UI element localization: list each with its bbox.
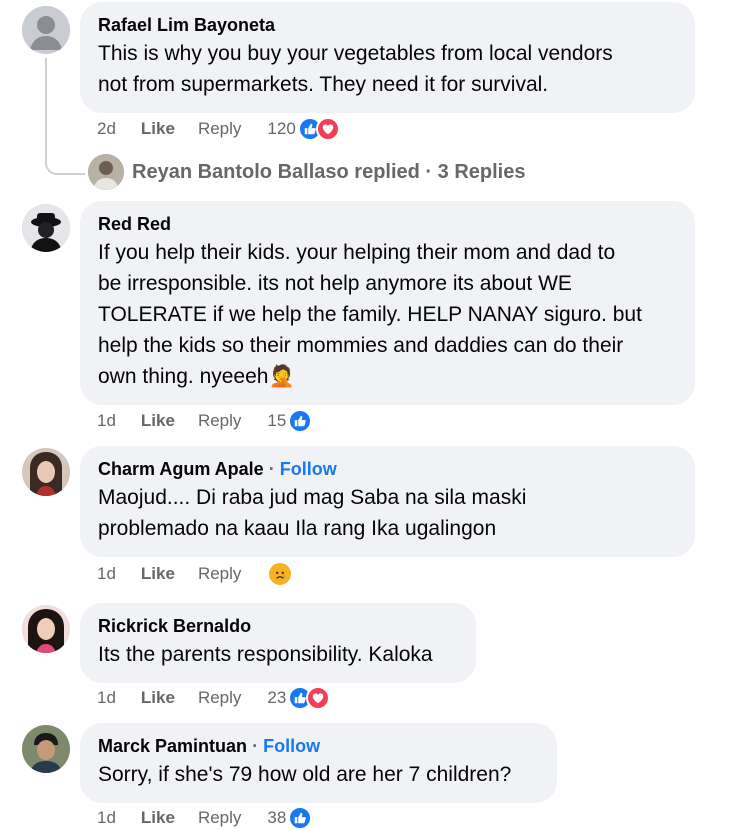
comment-bubble: Marck Pamintuan · Follow Sorry, if she's… [80, 723, 557, 803]
comment-author[interactable]: Rickrick Bernaldo [98, 615, 458, 637]
comment-bubble: Rafael Lim Bayoneta This is why you buy … [80, 2, 695, 113]
reply-count: 3 Replies [437, 160, 526, 183]
comment-text: This is why you buy your vegetables from… [98, 42, 613, 96]
comment-actions: 2d Like Reply 120 [97, 117, 340, 141]
reaction-count: 38 [267, 808, 287, 827]
comment-time[interactable]: 1d [97, 564, 116, 584]
reaction-count: 15 [267, 411, 287, 430]
comment-author[interactable]: Rafael Lim Bayoneta [98, 14, 677, 36]
love-icon [315, 117, 340, 141]
avatar[interactable] [22, 448, 70, 496]
replier-name: Reyan Bantolo Ballaso [132, 160, 349, 183]
avatar[interactable] [22, 725, 70, 773]
like-button[interactable]: Like [141, 564, 175, 584]
thread-connector [45, 58, 85, 175]
comment-time[interactable]: 1d [97, 411, 116, 431]
comment-time[interactable]: 1d [97, 808, 116, 828]
separator-dot: · [268, 459, 275, 479]
avatar [88, 154, 124, 190]
like-button[interactable]: Like [141, 808, 175, 828]
reaction-summary[interactable]: 120 [267, 117, 340, 141]
follow-button[interactable]: Follow [280, 459, 337, 479]
comment-time[interactable]: 1d [97, 688, 116, 708]
comment-bubble: Rickrick Bernaldo Its the parents respon… [80, 603, 476, 683]
reaction-summary[interactable]: 23 [267, 686, 331, 710]
follow-button[interactable]: Follow [263, 736, 320, 756]
replied-label: replied [354, 160, 420, 183]
reaction-summary[interactable]: 38 [267, 806, 313, 830]
reply-button[interactable]: Reply [198, 411, 241, 431]
reaction-count: 23 [267, 688, 287, 707]
reply-button[interactable]: Reply [198, 688, 241, 708]
avatar[interactable] [22, 204, 70, 252]
reaction-summary[interactable]: 15 [267, 409, 313, 433]
love-icon [306, 686, 331, 710]
separator-dot: · [252, 736, 259, 756]
comment-bubble: Charm Agum Apale · Follow Maojud.... Di … [80, 446, 695, 557]
reply-button[interactable]: Reply [198, 808, 241, 828]
comment-author: Marck Pamintuan · Follow [98, 736, 321, 756]
default-user-icon [22, 6, 70, 54]
like-button[interactable]: Like [141, 119, 175, 139]
comment-text: Sorry, if she's 79 how old are her 7 chi… [98, 763, 512, 786]
like-icon [288, 409, 313, 433]
comment-actions: 1d Like Reply [97, 561, 294, 587]
comment-text: If you help their kids. your helping the… [98, 241, 642, 388]
comment-author: Charm Agum Apale · Follow [98, 459, 337, 479]
comment-text: Maojud.... Di raba jud mag Saba na sila … [98, 486, 527, 540]
like-button[interactable]: Like [141, 411, 175, 431]
separator-dot: · [425, 160, 433, 183]
sad-icon [267, 561, 294, 587]
reply-button[interactable]: Reply [198, 119, 241, 139]
like-icon [288, 806, 313, 830]
view-replies-link[interactable]: Reyan Bantolo Ballaso replied · 3 Replie… [88, 154, 525, 190]
avatar[interactable] [22, 605, 70, 653]
reply-button[interactable]: Reply [198, 564, 241, 584]
comment-actions: 1d Like Reply 23 [97, 686, 331, 710]
comment-author[interactable]: Red Red [98, 213, 677, 235]
reaction-count: 120 [267, 119, 296, 138]
comment-actions: 1d Like Reply 38 [97, 806, 313, 830]
comment-bubble: Red Red If you help their kids. your hel… [80, 201, 695, 405]
comment-actions: 1d Like Reply 15 [97, 409, 313, 433]
comment-time[interactable]: 2d [97, 119, 116, 139]
comment-text: Its the parents responsibility. Kaloka [98, 643, 433, 666]
avatar[interactable] [22, 6, 70, 54]
like-button[interactable]: Like [141, 688, 175, 708]
reaction-summary[interactable] [267, 561, 294, 587]
